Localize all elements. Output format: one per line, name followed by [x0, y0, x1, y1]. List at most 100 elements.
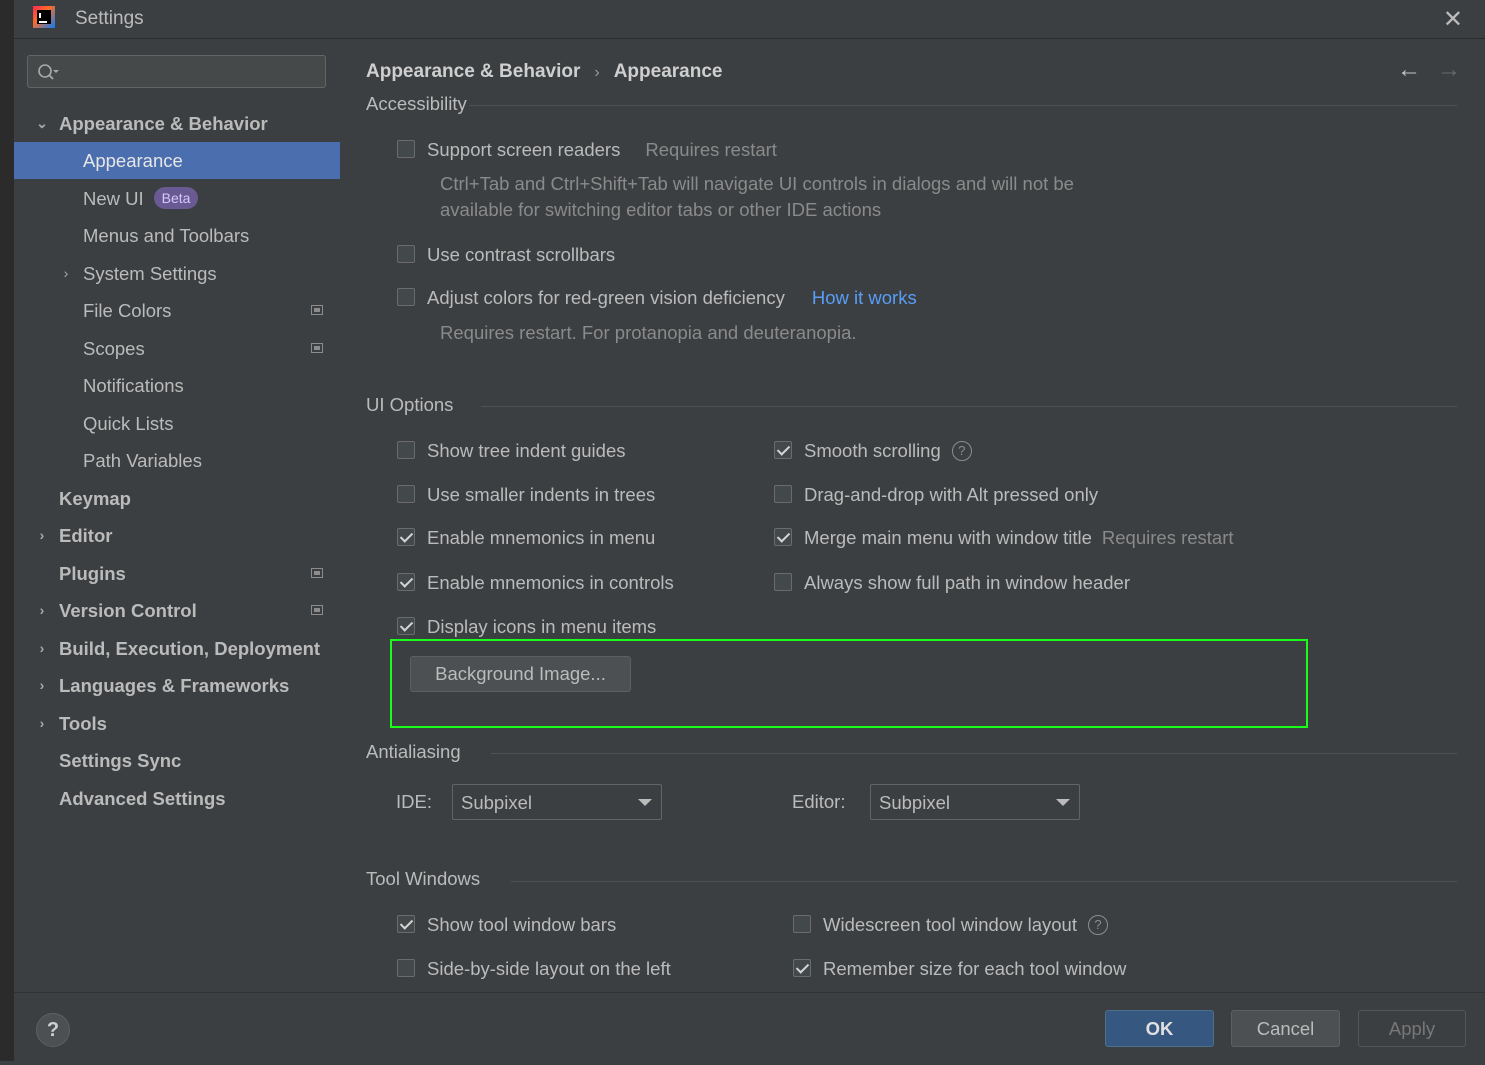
- mnemonics-menu-checkbox[interactable]: [397, 528, 415, 546]
- ide-antialiasing-value: Subpixel: [461, 792, 532, 813]
- sidebar-item-new-ui[interactable]: New UI Beta: [14, 180, 340, 217]
- sidebar-item-scopes[interactable]: Scopes: [14, 330, 340, 367]
- widescreen-label: Widescreen tool window layout: [823, 914, 1077, 935]
- sidebar-item-settings-sync[interactable]: Settings Sync: [14, 742, 340, 779]
- tree-indent-guides-checkbox[interactable]: [397, 441, 415, 459]
- smaller-indents-checkbox[interactable]: [397, 485, 415, 503]
- sidebar-item-appearance[interactable]: Appearance: [14, 142, 340, 179]
- sidebar-item-label: Editor: [59, 525, 113, 546]
- question-circle-icon[interactable]: ?: [1088, 915, 1108, 935]
- window-title: Settings: [75, 8, 144, 29]
- section-divider: [481, 406, 1457, 407]
- breadcrumb-separator: ›: [594, 64, 600, 81]
- sidebar-item-label: Menus and Toolbars: [83, 225, 250, 246]
- icons-in-menu-checkbox[interactable]: [397, 617, 415, 635]
- apply-button[interactable]: Apply: [1358, 1010, 1466, 1047]
- editor-antialiasing-select[interactable]: Subpixel: [870, 784, 1080, 820]
- sidebar-item-advanced-settings[interactable]: Advanced Settings: [14, 780, 340, 817]
- sidebar-item-system-settings[interactable]: › System Settings: [14, 255, 340, 292]
- question-circle-icon[interactable]: ?: [951, 441, 972, 461]
- project-level-icon: [311, 305, 323, 315]
- mnemonics-menu-label: Enable mnemonics in menu: [427, 527, 656, 548]
- smooth-scrolling-label: Smooth scrolling: [804, 440, 941, 461]
- section-title-antialiasing: Antialiasing: [366, 741, 461, 762]
- widescreen-checkbox[interactable]: [793, 915, 811, 933]
- sidebar-item-label: Path Variables: [83, 450, 202, 471]
- breadcrumb-parent[interactable]: Appearance & Behavior: [366, 61, 580, 82]
- how-it-works-link[interactable]: How it works: [812, 287, 917, 308]
- support-screen-readers-checkbox[interactable]: [397, 140, 415, 158]
- full-path-checkbox[interactable]: [774, 573, 792, 591]
- chevron-right-icon[interactable]: ›: [59, 255, 73, 292]
- chevron-right-icon[interactable]: ›: [35, 630, 49, 667]
- sidebar-item-editor[interactable]: › Editor: [14, 517, 340, 554]
- sidebar-item-keymap[interactable]: Keymap: [14, 480, 340, 517]
- chevron-down-icon: [638, 799, 652, 806]
- sidebar-item-label: Advanced Settings: [59, 788, 226, 809]
- tool-window-bars-checkbox[interactable]: [397, 915, 415, 933]
- support-screen-readers-label: Support screen readers: [427, 139, 621, 160]
- sidebar-item-label: System Settings: [83, 263, 217, 284]
- sidebar-item-build-execution[interactable]: › Build, Execution, Deployment: [14, 630, 340, 667]
- arrow-right-icon[interactable]: →: [1437, 56, 1461, 84]
- side-by-side-checkbox[interactable]: [397, 959, 415, 977]
- ide-status-bar: [0, 1061, 1485, 1065]
- ide-antialiasing-select[interactable]: Subpixel: [452, 784, 662, 820]
- sidebar-item-path-variables[interactable]: Path Variables: [14, 442, 340, 479]
- chevron-right-icon[interactable]: ›: [35, 667, 49, 704]
- sidebar-item-quick-lists[interactable]: Quick Lists: [14, 405, 340, 442]
- merge-menu-checkbox[interactable]: [774, 528, 792, 546]
- sidebar-item-notifications[interactable]: Notifications: [14, 367, 340, 404]
- screen-readers-description-line-1: Ctrl+Tab and Ctrl+Shift+Tab will navigat…: [440, 173, 1074, 194]
- contrast-scrollbars-checkbox[interactable]: [397, 245, 415, 263]
- chevron-right-icon[interactable]: ›: [35, 592, 49, 629]
- section-divider: [511, 881, 1457, 882]
- red-green-description: Requires restart. For protanopia and deu…: [440, 322, 857, 343]
- sidebar-item-label: Tools: [59, 713, 107, 734]
- drag-drop-alt-checkbox[interactable]: [774, 485, 792, 503]
- sidebar-item-tools[interactable]: › Tools: [14, 705, 340, 742]
- search-icon: [38, 64, 59, 80]
- sidebar-item-menus-toolbars[interactable]: Menus and Toolbars: [14, 217, 340, 254]
- chevron-down-icon: [1056, 799, 1070, 806]
- intellij-logo-icon: [33, 6, 55, 28]
- ide-antialiasing-label: IDE:: [396, 791, 432, 812]
- project-level-icon: [311, 343, 323, 353]
- chevron-right-icon[interactable]: ›: [35, 705, 49, 742]
- arrow-left-icon[interactable]: ←: [1397, 56, 1421, 84]
- sidebar-item-appearance-behavior[interactable]: ⌄ Appearance & Behavior: [14, 105, 340, 142]
- smaller-indents-label: Use smaller indents in trees: [427, 484, 656, 505]
- icons-in-menu-label: Display icons in menu items: [427, 616, 657, 637]
- section-divider: [469, 105, 1457, 106]
- search-field[interactable]: [27, 55, 326, 88]
- remember-size-checkbox[interactable]: [793, 959, 811, 977]
- search-input[interactable]: [68, 60, 322, 84]
- dialog-footer: ? OK Cancel Apply: [14, 992, 1485, 1062]
- ok-button[interactable]: OK: [1105, 1010, 1214, 1047]
- red-green-checkbox[interactable]: [397, 288, 415, 306]
- sidebar-item-label: Scopes: [83, 338, 145, 359]
- sidebar-item-plugins[interactable]: Plugins: [14, 555, 340, 592]
- cancel-button[interactable]: Cancel: [1231, 1010, 1340, 1047]
- mnemonics-controls-label: Enable mnemonics in controls: [427, 572, 674, 593]
- project-level-icon: [311, 568, 323, 578]
- sidebar-item-label: Plugins: [59, 563, 126, 584]
- chevron-down-icon[interactable]: ⌄: [35, 105, 49, 142]
- settings-sidebar: ⌄ Appearance & Behavior Appearance New U…: [14, 39, 340, 992]
- background-image-button[interactable]: Background Image...: [410, 656, 631, 692]
- breadcrumb-current: Appearance: [613, 61, 723, 82]
- sidebar-item-label: New UI: [83, 188, 144, 209]
- sidebar-item-file-colors[interactable]: File Colors: [14, 292, 340, 329]
- side-by-side-label: Side-by-side layout on the left: [427, 958, 671, 979]
- close-icon[interactable]: ✕: [1443, 5, 1463, 34]
- beta-badge: Beta: [153, 187, 199, 210]
- sidebar-item-label: Languages & Frameworks: [59, 675, 290, 696]
- help-button[interactable]: ?: [36, 1013, 70, 1047]
- project-level-icon: [311, 605, 323, 615]
- mnemonics-controls-checkbox[interactable]: [397, 573, 415, 591]
- smooth-scrolling-checkbox[interactable]: [774, 441, 792, 459]
- sidebar-item-version-control[interactable]: › Version Control: [14, 592, 340, 629]
- drag-drop-alt-label: Drag-and-drop with Alt pressed only: [804, 484, 1099, 505]
- sidebar-item-languages-frameworks[interactable]: › Languages & Frameworks: [14, 667, 340, 704]
- chevron-right-icon[interactable]: ›: [35, 517, 49, 554]
